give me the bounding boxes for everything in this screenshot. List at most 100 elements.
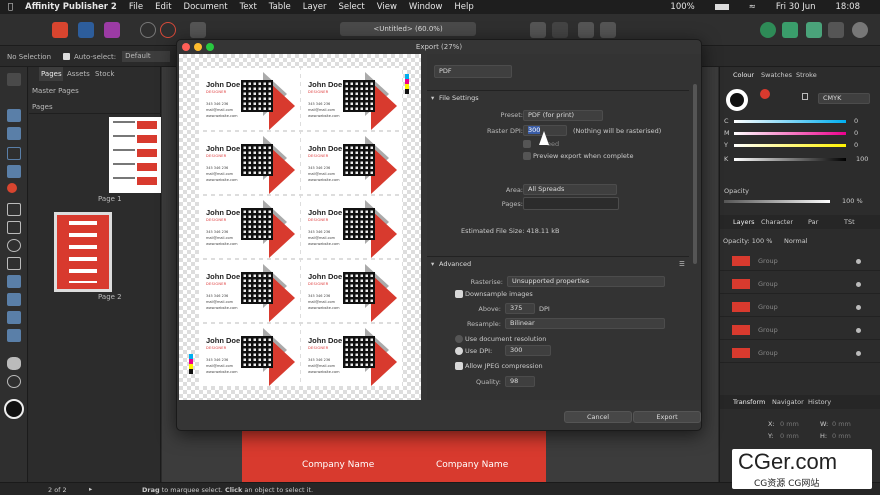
tab-text-styles[interactable]: TSt (844, 218, 855, 226)
wifi-icon[interactable]: ≈ (749, 2, 756, 12)
black-value[interactable]: 100 (856, 155, 868, 163)
layer-row[interactable]: Group (720, 320, 880, 340)
view-mode-icon[interactable] (806, 22, 822, 38)
preset-dropdown[interactable]: PDF (for print) (523, 110, 603, 121)
tab-colour[interactable]: Colour (733, 71, 754, 79)
battery-icon[interactable] (714, 4, 729, 10)
page-1-thumbnail[interactable] (109, 117, 161, 193)
magenta-slider[interactable] (734, 132, 846, 135)
advanced-menu-icon[interactable]: ☰ (679, 260, 685, 268)
file-settings-header[interactable]: File Settings (439, 94, 479, 102)
rasterise-dropdown[interactable]: Unsupported properties (507, 276, 665, 287)
tab-transform[interactable]: Transform (733, 398, 765, 406)
downsample-checkbox[interactable] (455, 290, 463, 298)
document-tab[interactable]: <Untitled> (60.0%) (340, 22, 476, 36)
lock-icon[interactable] (802, 93, 808, 100)
pages-section-label[interactable]: Pages (32, 103, 53, 111)
cancel-button[interactable]: Cancel (564, 411, 632, 423)
use-dpi-radio[interactable] (455, 347, 463, 355)
menu-document[interactable]: Document (184, 2, 228, 12)
menu-help[interactable]: Help (454, 2, 473, 12)
fill-stroke-swatch-icon[interactable] (4, 399, 24, 419)
persona-publisher-icon[interactable] (52, 22, 68, 38)
persona-photo-icon[interactable] (104, 22, 120, 38)
transform-x-value[interactable]: 0 mm (780, 420, 799, 428)
colour-icon[interactable] (760, 22, 776, 38)
menu-file[interactable]: File (129, 2, 143, 12)
menu-layer[interactable]: Layer (303, 2, 327, 12)
date[interactable]: Fri 30 Jun (776, 2, 816, 12)
artistic-text-tool-icon[interactable] (7, 147, 21, 160)
picture-frame-tool-icon[interactable] (7, 221, 21, 234)
format-dropdown[interactable]: PDF (434, 65, 512, 78)
preview-export-checkbox[interactable] (523, 152, 531, 160)
resample-dropdown[interactable]: Bilinear (505, 318, 665, 329)
rectangle-tool-icon[interactable] (7, 203, 21, 216)
tab-stock[interactable]: Stock (95, 70, 114, 78)
help-icon[interactable] (852, 22, 868, 38)
opacity-slider[interactable] (724, 200, 830, 203)
visibility-dot[interactable] (856, 259, 861, 264)
fill-tool-icon[interactable] (7, 293, 21, 306)
auto-select-dropdown[interactable]: Default (122, 51, 171, 62)
tab-navigator[interactable]: Navigator (772, 398, 804, 406)
transform-w-value[interactable]: 0 mm (832, 420, 851, 428)
layer-row[interactable]: Group (720, 343, 880, 363)
apple-icon[interactable]:  (8, 2, 13, 12)
menu-view[interactable]: View (377, 2, 397, 12)
place-tool-icon[interactable] (7, 257, 21, 270)
allow-jpeg-checkbox[interactable] (455, 362, 463, 370)
align-icon[interactable] (600, 22, 616, 38)
color-picker-tool-icon[interactable] (7, 329, 21, 342)
colour-mode-dropdown[interactable]: CMYK (818, 93, 870, 104)
expand-file-settings-icon[interactable]: ▾ (431, 94, 434, 102)
yellow-slider[interactable] (734, 144, 846, 147)
tab-swatches[interactable]: Swatches (761, 71, 792, 79)
advanced-header[interactable]: Advanced (439, 260, 471, 268)
tab-assets[interactable]: Assets (67, 70, 90, 78)
tab-layers[interactable]: Layers (733, 218, 755, 226)
snapping-icon[interactable] (552, 22, 568, 38)
master-pages-label[interactable]: Master Pages (32, 87, 79, 95)
hand-tool-icon[interactable] (7, 357, 21, 370)
document-setup-icon[interactable] (190, 22, 206, 38)
pages-field[interactable] (523, 197, 619, 210)
settings-icon[interactable] (140, 22, 156, 38)
ellipse-tool-icon[interactable] (7, 239, 21, 252)
menu-table[interactable]: Table (269, 2, 291, 12)
table-tool-icon[interactable] (7, 127, 21, 140)
share-icon[interactable] (828, 22, 844, 38)
use-dpi-dropdown[interactable]: 300 (505, 345, 551, 356)
arrange-icon[interactable] (578, 22, 594, 38)
area-dropdown[interactable]: All Spreads (523, 184, 617, 195)
use-document-resolution-radio[interactable] (455, 335, 463, 343)
above-dpi-field[interactable]: 375 (505, 303, 535, 314)
palette-icon[interactable] (782, 22, 798, 38)
zoom-tool-icon[interactable] (7, 375, 21, 388)
time[interactable]: 18:08 (836, 2, 861, 12)
yellow-value[interactable]: 0 (854, 141, 858, 149)
visibility-dot[interactable] (856, 305, 861, 310)
menu-edit[interactable]: Edit (155, 2, 171, 12)
transparency-tool-icon[interactable] (7, 311, 21, 324)
layer-opacity[interactable]: Opacity: 100 % (723, 237, 772, 245)
visibility-dot[interactable] (856, 328, 861, 333)
transform-y-value[interactable]: 0 mm (780, 432, 799, 440)
settings-scrollbar[interactable] (693, 84, 697, 264)
pencil-tool-icon[interactable] (7, 183, 17, 193)
tab-history[interactable]: History (808, 398, 831, 406)
cyan-slider[interactable] (734, 120, 846, 123)
persona-designer-icon[interactable] (78, 22, 94, 38)
black-slider[interactable] (734, 158, 846, 161)
page-2-thumbnail[interactable] (54, 212, 112, 292)
pen-tool-icon[interactable] (7, 165, 21, 178)
next-page-icon[interactable]: ▸ (89, 485, 92, 493)
auto-select-checkbox[interactable] (63, 53, 71, 60)
layer-row[interactable]: Group (720, 297, 880, 317)
tab-pages[interactable]: Pages (41, 70, 62, 78)
cyan-value[interactable]: 0 (854, 117, 858, 125)
app-name[interactable]: Affinity Publisher 2 (25, 2, 117, 12)
visibility-dot[interactable] (856, 351, 861, 356)
colour-fill-well[interactable] (726, 89, 748, 111)
menu-window[interactable]: Window (409, 2, 443, 12)
